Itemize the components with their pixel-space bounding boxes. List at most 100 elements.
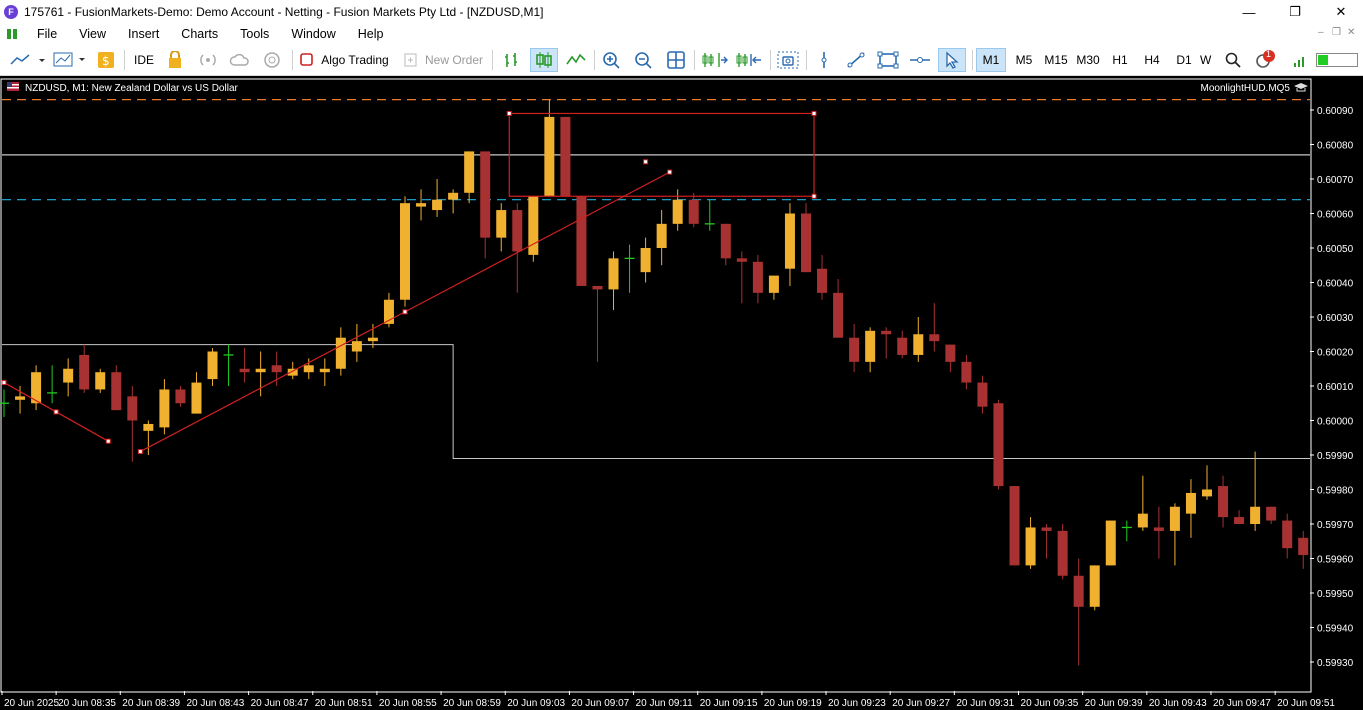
chart-window[interactable]: 0.60090 0.60080 0.60070 0.60060 0.60050 0.600…	[0, 76, 1363, 710]
chart-template-icon[interactable]	[52, 48, 90, 72]
time-tick-label: 20 Jun 08:51	[315, 698, 373, 709]
candle-body	[111, 372, 122, 411]
rectangle-anchor	[506, 110, 512, 116]
new-chart-icon[interactable]	[8, 48, 48, 72]
chart-shift-icon[interactable]	[700, 48, 730, 72]
close-button[interactable]: ✕	[1318, 0, 1363, 24]
candle-body	[961, 361, 972, 383]
tile-windows-icon[interactable]	[664, 48, 688, 72]
rectangle-anchor	[811, 193, 817, 199]
trendline-anchor	[402, 309, 408, 315]
timeframe-h4-label: H4	[1144, 53, 1160, 67]
candle-body	[319, 368, 330, 373]
candle-body	[400, 203, 410, 300]
candle-body	[817, 268, 828, 293]
cloud-icon[interactable]	[228, 48, 252, 72]
notifications-icon[interactable]: 1	[1252, 48, 1280, 72]
candle-body	[849, 337, 860, 362]
trendline-anchor	[53, 409, 59, 415]
cursor-icon[interactable]	[938, 48, 966, 72]
candle-body	[544, 116, 555, 197]
candles-group	[0, 99, 1309, 666]
timeframe-m5-label: M5	[1015, 53, 1033, 67]
candle-body	[464, 151, 475, 193]
menu-view[interactable]: View	[68, 27, 117, 41]
indicator-hat-icon	[1294, 83, 1308, 92]
menu-file[interactable]: File	[26, 27, 68, 41]
minimize-button[interactable]: —	[1226, 0, 1272, 24]
bar-chart-icon[interactable]	[500, 48, 524, 72]
screenshot-icon[interactable]	[776, 48, 800, 72]
timeframe-m30[interactable]: M30	[1072, 48, 1104, 72]
search-icon[interactable]	[1222, 48, 1244, 72]
app-menu-icon[interactable]	[6, 27, 22, 41]
zoom-out-icon[interactable]	[632, 48, 656, 72]
new-order-label: New Order	[424, 53, 483, 67]
trendline-anchor	[137, 449, 143, 455]
timeframe-d1[interactable]: D1	[1170, 48, 1198, 72]
candle-body	[1282, 520, 1293, 549]
horizontal-line-icon[interactable]	[908, 48, 932, 72]
candlestick-chart-icon[interactable]	[530, 48, 558, 72]
candle-body	[1202, 489, 1212, 497]
candle-body	[239, 368, 250, 373]
trendline-icon[interactable]	[844, 48, 868, 72]
menu-insert[interactable]: Insert	[117, 27, 170, 41]
ide-button[interactable]: IDE	[130, 48, 158, 72]
timeframe-h1[interactable]: H1	[1106, 48, 1134, 72]
algo-trading-label: Algo Trading	[321, 53, 389, 67]
menu-help[interactable]: Help	[347, 27, 395, 41]
candle-body	[79, 354, 90, 390]
time-tick-label: 20 Jun 09:23	[828, 698, 886, 709]
candle-body	[801, 213, 811, 273]
rectangle-icon[interactable]	[876, 48, 900, 72]
candle-body	[977, 382, 988, 407]
timeframe-w[interactable]: W	[1200, 48, 1216, 72]
candle-body	[865, 330, 876, 362]
menu-charts[interactable]: Charts	[170, 27, 229, 41]
vps-icon[interactable]	[260, 48, 284, 72]
candle-body	[127, 396, 138, 421]
candle-body	[480, 151, 491, 238]
candlestick-chart[interactable]: 0.60090 0.60080 0.60070 0.60060 0.60050 0.600…	[0, 76, 1363, 710]
candle-body	[1185, 492, 1196, 514]
signals-icon[interactable]	[196, 48, 220, 72]
algo-trading-button[interactable]: Algo Trading	[298, 48, 390, 72]
window-title: 175761 - FusionMarkets-Demo: Demo Accoun…	[24, 5, 544, 19]
mdi-minimize-button[interactable]: –	[1318, 27, 1324, 38]
candle-body	[752, 261, 763, 293]
timeframe-m30-label: M30	[1076, 53, 1100, 67]
menu-window[interactable]: Window	[280, 27, 346, 41]
time-tick-label: 20 Jun 09:35	[1021, 698, 1079, 709]
new-order-button[interactable]: New Order	[400, 48, 486, 72]
price-tick-label: 0.59960	[1317, 555, 1354, 566]
candle-body	[512, 210, 523, 252]
vertical-line-icon[interactable]	[812, 48, 836, 72]
candle-body	[335, 337, 346, 369]
timeframe-h4[interactable]: H4	[1138, 48, 1166, 72]
zoom-in-icon[interactable]	[600, 48, 624, 72]
strategy-tester-icon[interactable]	[164, 48, 186, 72]
menu-tools[interactable]: Tools	[229, 27, 280, 41]
candle-body	[416, 203, 427, 207]
line-chart-icon[interactable]	[564, 48, 588, 72]
autoscroll-icon[interactable]	[734, 48, 764, 72]
algo-trading-stop-icon	[300, 53, 314, 66]
drawing-anchor	[643, 159, 649, 165]
timeframe-m15[interactable]: M15	[1040, 48, 1072, 72]
mdi-close-button[interactable]: ✕	[1347, 27, 1355, 38]
candle-body	[191, 382, 202, 414]
candle-body	[688, 199, 699, 224]
timeframe-m1[interactable]: M1	[976, 48, 1006, 72]
time-tick-label: 20 Jun 09:03	[507, 698, 565, 709]
time-tick-label: 20 Jun 09:51	[1277, 698, 1335, 709]
timeframe-m5[interactable]: M5	[1010, 48, 1038, 72]
market-icon[interactable]: $	[96, 48, 116, 72]
time-tick-label: 20 Jun 09:07	[571, 698, 629, 709]
mdi-restore-button[interactable]: ❐	[1332, 27, 1341, 38]
restore-button[interactable]: ❐	[1272, 0, 1318, 24]
app-logo-icon: F	[4, 5, 18, 19]
candle-body	[143, 423, 154, 431]
candle-body	[576, 196, 587, 286]
time-tick-label: 20 Jun 09:39	[1085, 698, 1143, 709]
